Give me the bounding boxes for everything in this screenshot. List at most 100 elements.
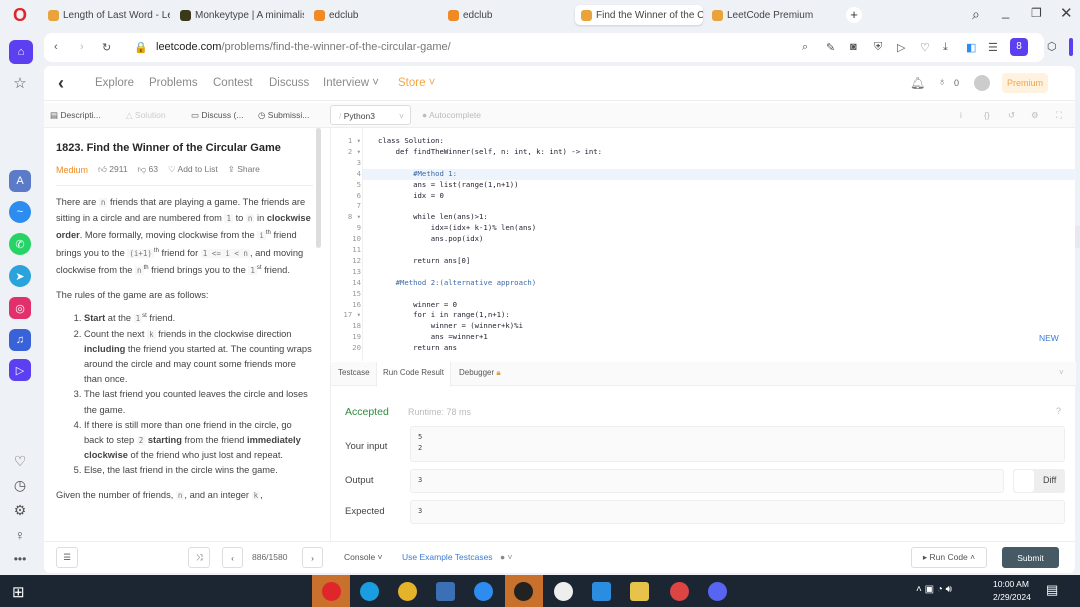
leetcode-logo-icon[interactable]: ‹ bbox=[58, 73, 64, 94]
home-icon[interactable]: ⌂ bbox=[9, 40, 33, 64]
chrome-taskbar-icon[interactable] bbox=[398, 582, 417, 601]
restore-button[interactable]: ❐ bbox=[1031, 6, 1042, 20]
tab-discuss[interactable]: ▭ Discuss (... bbox=[191, 110, 243, 121]
profile-icon[interactable]: 8 bbox=[1010, 38, 1028, 56]
aria-icon[interactable]: A bbox=[9, 170, 31, 192]
davinci-taskbar-icon[interactable] bbox=[514, 582, 533, 601]
nav-contest[interactable]: Contest bbox=[213, 77, 253, 89]
new-tab-button[interactable]: + bbox=[846, 7, 862, 23]
sidebar-toggle[interactable] bbox=[1069, 38, 1073, 56]
diff-toggle[interactable]: Diff bbox=[1013, 469, 1065, 493]
next-problem-button[interactable]: › bbox=[302, 547, 323, 568]
music-icon[interactable]: ♫ bbox=[9, 329, 31, 351]
lightbulb-icon[interactable]: ♀ bbox=[9, 524, 31, 546]
autocomplete-toggle[interactable]: ● Autocomplete bbox=[422, 110, 481, 120]
extensions-icon[interactable]: ⬡ bbox=[1047, 40, 1057, 53]
reload-icon[interactable]: ↻ bbox=[102, 41, 111, 54]
submit-button[interactable]: Submit bbox=[1002, 547, 1059, 568]
vscode-taskbar-icon[interactable] bbox=[592, 582, 611, 601]
use-example-testcases-link[interactable]: Use Example Testcases bbox=[402, 552, 493, 562]
notifications-icon[interactable]: ▤ bbox=[1046, 582, 1058, 598]
tab-description[interactable]: ▤ Descripti... bbox=[50, 110, 101, 121]
dislike-button[interactable]: 👎︎ 63 bbox=[138, 164, 158, 175]
tab-length-of-last-word[interactable]: Length of Last Word - Lee bbox=[42, 5, 170, 25]
slack-taskbar-icon[interactable] bbox=[554, 582, 573, 601]
shuffle-button[interactable]: ⤨ bbox=[188, 547, 210, 568]
tab-submissions[interactable]: ◷ Submissi... bbox=[258, 110, 309, 121]
settings-icon[interactable]: ⚙ bbox=[9, 499, 31, 521]
info-icon[interactable]: i bbox=[960, 110, 962, 120]
coin-icon[interactable]: ♁ bbox=[938, 76, 946, 88]
back-icon[interactable]: ‹ bbox=[54, 41, 58, 53]
language-select[interactable]: / Python3 ˅ bbox=[330, 105, 411, 125]
help-icon[interactable]: ● ˅ bbox=[500, 552, 512, 562]
system-tray-icons[interactable]: ˄ ▣ ◔ 🔊︎ bbox=[916, 584, 952, 595]
tab-debugger[interactable]: Debugger 🔒︎ bbox=[459, 368, 501, 388]
nav-discuss[interactable]: Discuss bbox=[269, 77, 309, 89]
fullscreen-icon[interactable]: ⛶ bbox=[1056, 110, 1062, 121]
edge-taskbar-icon[interactable] bbox=[360, 582, 379, 601]
description-scrollbar[interactable] bbox=[316, 128, 321, 248]
tab-solution[interactable]: △ Solution bbox=[126, 110, 166, 121]
avatar[interactable] bbox=[974, 75, 990, 91]
new-badge[interactable]: NEW bbox=[1039, 333, 1059, 343]
search-tabs-icon[interactable]: ⌕ bbox=[972, 6, 980, 23]
opera-taskbar-icon[interactable] bbox=[322, 582, 341, 601]
tab-run-code-result[interactable]: Run Code Result bbox=[383, 368, 444, 388]
chrome-profile-taskbar-icon[interactable] bbox=[670, 582, 689, 601]
adblock-shield-icon[interactable]: ⛨ bbox=[874, 41, 882, 54]
easy-setup-icon[interactable]: ☰ bbox=[988, 41, 998, 54]
code-editor[interactable]: 1 ▾ class Solution: 2 ▾ def findTheWinner(… bbox=[330, 128, 1076, 361]
prev-problem-button[interactable]: ‹ bbox=[222, 547, 243, 568]
tab-monkeytype[interactable]: Monkeytype | A minimalis bbox=[174, 5, 304, 25]
nav-problems[interactable]: Problems bbox=[149, 77, 198, 89]
battery-saver-icon[interactable]: ◧ bbox=[966, 41, 976, 54]
braces-icon[interactable]: {} bbox=[984, 110, 990, 120]
reset-icon[interactable]: ↺ bbox=[1008, 110, 1015, 121]
star-icon[interactable]: ☆ bbox=[9, 72, 31, 94]
close-window-button[interactable]: ✕ bbox=[1060, 4, 1073, 22]
clock-date[interactable]: 2/29/2024 bbox=[993, 592, 1031, 602]
like-button[interactable]: 👍︎ 2911 bbox=[98, 164, 128, 175]
tab-leetcode-premium[interactable]: LeetCode Premium bbox=[706, 5, 836, 25]
tab-edclub[interactable]: edclub bbox=[308, 5, 438, 25]
forward-icon[interactable]: › bbox=[80, 41, 84, 53]
more-icon[interactable]: ••• bbox=[9, 548, 31, 570]
heart-icon[interactable]: ♡ bbox=[920, 41, 930, 54]
tab-testcase[interactable]: Testcase bbox=[338, 368, 370, 388]
add-to-list-button[interactable]: ♡ Add to List bbox=[168, 164, 218, 175]
heart-icon[interactable]: ♡ bbox=[9, 450, 31, 472]
run-code-button[interactable]: ▸ Run Code ˄ bbox=[911, 547, 987, 568]
nav-interview[interactable]: Interview ˅ bbox=[323, 77, 379, 89]
whatsapp-icon[interactable]: ✆ bbox=[9, 233, 31, 255]
file-explorer-taskbar-icon[interactable] bbox=[630, 582, 649, 601]
messenger-icon[interactable]: ~ bbox=[9, 201, 31, 223]
console-toggle[interactable]: Console ˅ bbox=[344, 552, 383, 562]
tab-edclub-2[interactable]: edclub bbox=[442, 5, 572, 25]
windows-start-icon[interactable]: ⊞ bbox=[12, 583, 25, 601]
search-page-icon[interactable]: ⌕ bbox=[802, 41, 808, 54]
tab-find-the-winner[interactable]: Find the Winner of the Ci bbox=[575, 5, 703, 25]
problem-list-button[interactable]: ☰ bbox=[56, 547, 78, 568]
share-button[interactable]: ⇪ Share bbox=[228, 164, 260, 175]
nav-explore[interactable]: Explore bbox=[95, 77, 134, 89]
help-icon[interactable]: ? bbox=[1056, 406, 1061, 416]
instagram-icon[interactable]: ◎ bbox=[9, 297, 31, 319]
download-icon[interactable]: ⤓ bbox=[943, 41, 948, 54]
minimize-button[interactable]: _ bbox=[1002, 4, 1009, 19]
telegram-icon[interactable]: ➤ bbox=[9, 265, 31, 287]
zoom-taskbar-icon[interactable] bbox=[474, 582, 493, 601]
collapse-chevron-icon[interactable]: ˅ bbox=[1059, 368, 1064, 388]
clock-time[interactable]: 10:00 AM bbox=[993, 579, 1029, 589]
url-input[interactable]: leetcode.com/problems/find-the-winner-of… bbox=[156, 41, 451, 53]
opera-logo-icon[interactable]: O bbox=[9, 4, 31, 26]
send-icon[interactable]: ▷ bbox=[897, 41, 905, 54]
settings-icon[interactable]: ⚙ bbox=[1031, 110, 1039, 121]
premium-button[interactable]: Premium bbox=[1002, 73, 1048, 93]
app-taskbar-icon[interactable] bbox=[436, 582, 455, 601]
player-icon[interactable]: ▷ bbox=[9, 359, 31, 381]
camera-icon[interactable]: ◙ bbox=[850, 41, 857, 53]
history-icon[interactable]: ◷ bbox=[9, 474, 31, 496]
discord-taskbar-icon[interactable] bbox=[708, 582, 727, 601]
nav-store[interactable]: Store ˅ bbox=[398, 77, 435, 89]
